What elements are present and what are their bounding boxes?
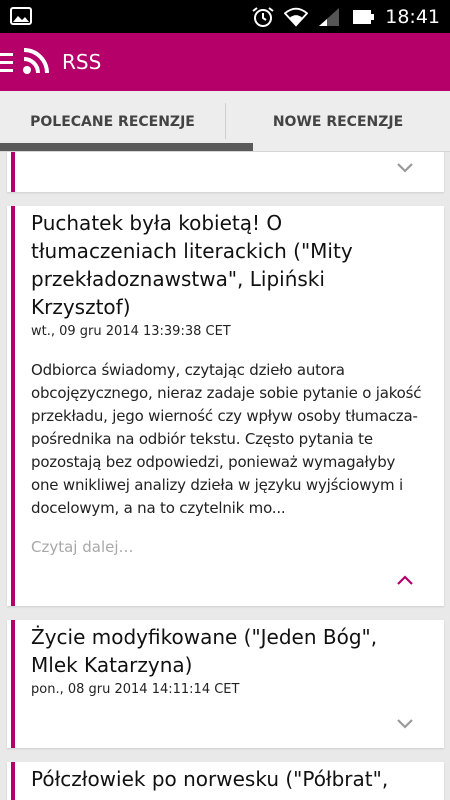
clock: 18:41: [385, 5, 440, 28]
battery-icon: [353, 9, 375, 24]
review-card[interactable]: [7, 152, 444, 192]
app-title: RSS: [62, 50, 102, 74]
tab-nowe-recenzje[interactable]: NOWE RECENZJE: [226, 91, 450, 152]
tab-label: NOWE RECENZJE: [272, 113, 404, 130]
card-accent-bar: [11, 762, 15, 800]
card-accent-bar: [11, 620, 15, 748]
review-card[interactable]: Życie modyfikowane ("Jeden Bóg", Mlek Ka…: [7, 620, 444, 748]
review-date: wt., 09 gru 2014 13:39:38 CET: [31, 324, 231, 339]
review-title[interactable]: Puchatek była kobietą! O tłumaczeniach l…: [31, 209, 424, 321]
review-list[interactable]: Puchatek była kobietą! O tłumaczeniach l…: [0, 152, 450, 800]
wifi-icon: [284, 7, 309, 27]
app-bar: RSS: [0, 33, 450, 91]
card-accent-bar: [11, 206, 15, 606]
tab-selected-indicator: [0, 143, 253, 151]
review-card[interactable]: Półczłowiek po norwesku ("Półbrat",: [7, 762, 444, 800]
chevron-down-icon[interactable]: [396, 162, 414, 174]
card-accent-bar: [11, 152, 15, 192]
rss-icon: [23, 48, 49, 74]
chevron-up-icon[interactable]: [396, 574, 414, 586]
review-title[interactable]: Życie modyfikowane ("Jeden Bóg", Mlek Ka…: [31, 623, 424, 679]
review-excerpt: Odbiorca świadomy, czytając dzieło autor…: [31, 361, 422, 517]
menu-icon[interactable]: [0, 53, 13, 73]
review-title[interactable]: Półczłowiek po norwesku ("Półbrat",: [31, 765, 424, 793]
status-bar: 18:41: [0, 0, 450, 33]
chevron-down-icon[interactable]: [396, 718, 414, 730]
tab-label: POLECANE RECENZJE: [30, 113, 195, 130]
review-card[interactable]: Puchatek była kobietą! O tłumaczeniach l…: [7, 206, 444, 606]
alarm-icon: [252, 6, 274, 27]
read-more-link[interactable]: Czytaj dalej…: [31, 538, 424, 556]
signal-icon: [319, 7, 340, 26]
review-date: pon., 08 gru 2014 14:11:14 CET: [31, 682, 240, 697]
gallery-icon: [10, 7, 32, 25]
